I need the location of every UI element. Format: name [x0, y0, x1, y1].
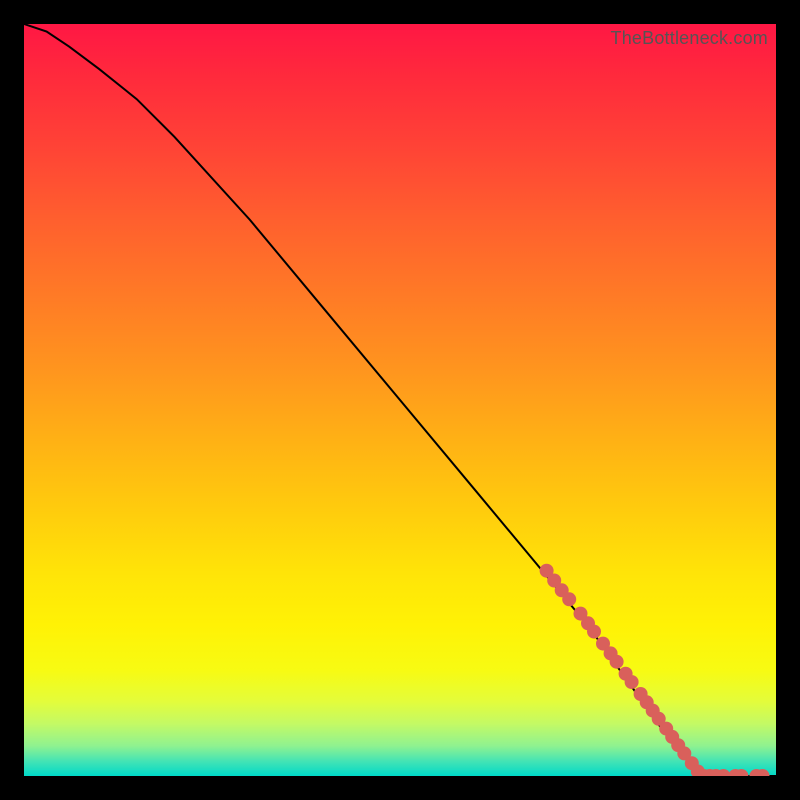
chart-stage: TheBottleneck.com [0, 0, 800, 800]
marker-dot [610, 655, 624, 669]
marker-dot [562, 592, 576, 606]
marker-dot [625, 675, 639, 689]
marker-dot [587, 625, 601, 639]
plot-area: TheBottleneck.com [24, 24, 776, 776]
curve-line [24, 24, 776, 776]
chart-svg [24, 24, 776, 776]
watermark-text: TheBottleneck.com [611, 28, 768, 49]
marker-group [540, 564, 770, 776]
